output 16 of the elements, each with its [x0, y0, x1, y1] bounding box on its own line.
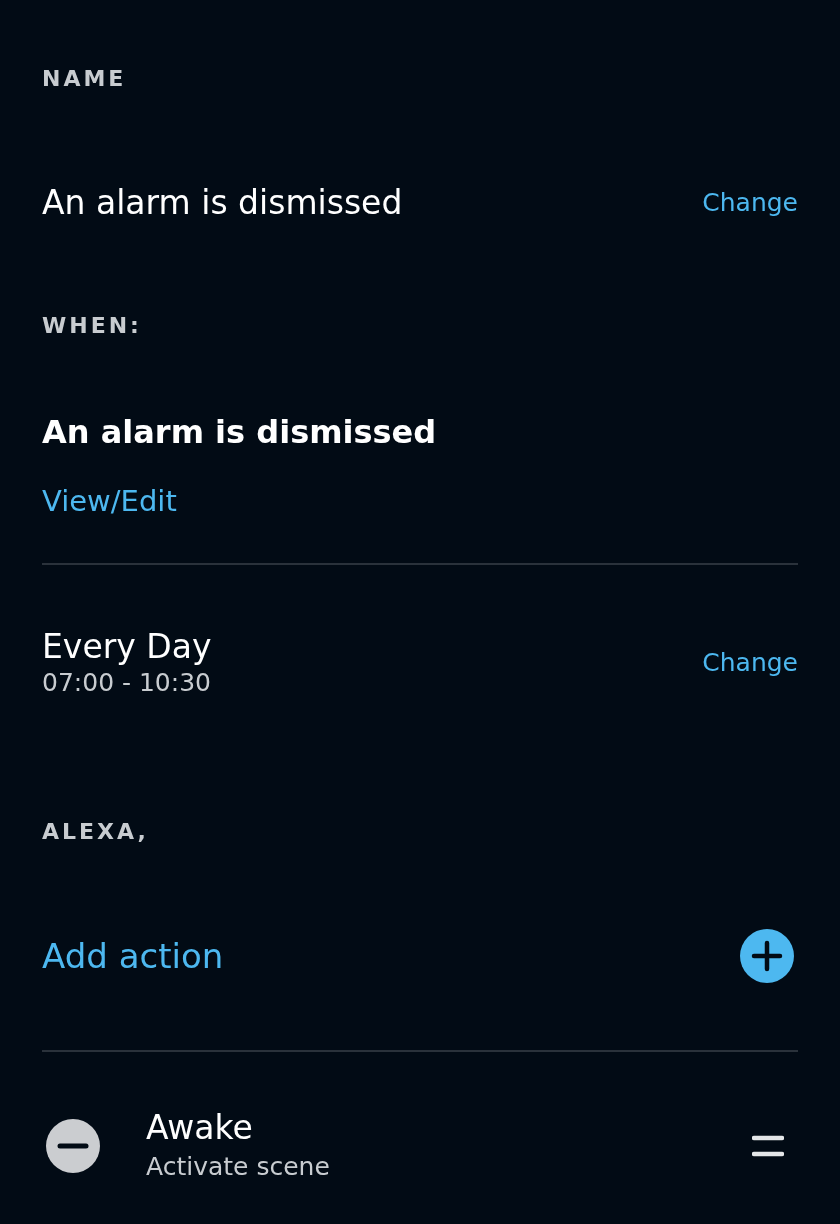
schedule-days: Every Day: [42, 626, 212, 667]
routine-name: An alarm is dismissed: [42, 182, 403, 225]
add-action-link[interactable]: Add action: [42, 930, 224, 982]
section-label: ALEXA,: [42, 817, 149, 846]
action-subtitle: Activate scene: [146, 1151, 330, 1183]
trigger-title: An alarm is dismissed: [42, 412, 437, 453]
remove-icon[interactable]: [46, 1119, 100, 1173]
drag-handle-icon[interactable]: [752, 1135, 784, 1157]
add-icon[interactable]: [740, 929, 794, 983]
section-label: NAME: [42, 64, 127, 93]
view-edit-link[interactable]: View/Edit: [42, 480, 177, 524]
section-label: WHEN:: [42, 311, 142, 340]
schedule-time: 07:00 - 10:30: [42, 666, 212, 699]
change-link[interactable]: Change: [702, 643, 798, 682]
action-title: Awake: [146, 1107, 254, 1149]
change-link[interactable]: Change: [702, 184, 798, 222]
